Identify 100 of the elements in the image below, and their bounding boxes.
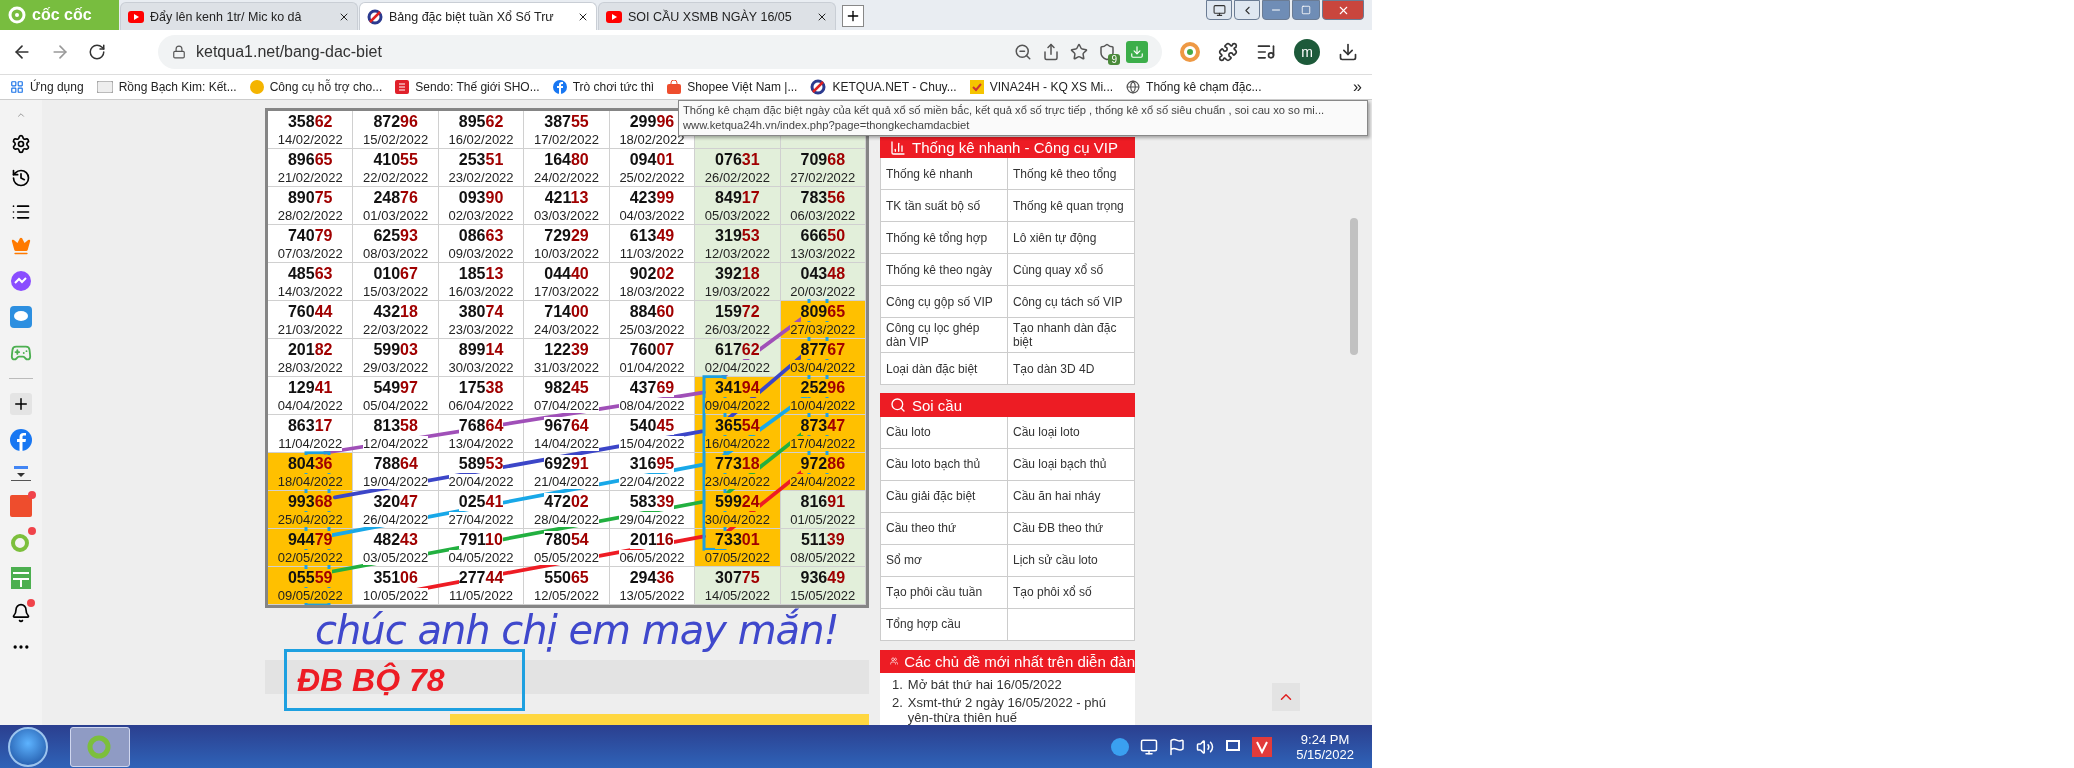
prize-number: 97286	[800, 454, 846, 473]
tool-link[interactable]: Tổng hợp cầu	[881, 608, 1008, 641]
browser-tab[interactable]: Đẩy lên kenh 1tr/ Mic ko dâ	[120, 2, 358, 30]
tool-link[interactable]: Cầu loại bạch thủ	[1008, 448, 1135, 481]
tool-link[interactable]: Cầu giải đặc biệt	[881, 480, 1008, 513]
tool-link[interactable]: Cầu ĐB theo thứ	[1008, 512, 1135, 545]
bookmark-link[interactable]: Trò chơi tức thì	[552, 80, 655, 94]
facebook-icon[interactable]	[10, 429, 32, 451]
shopping-bag-icon	[667, 80, 682, 94]
address-field[interactable]: ketqua1.net/bang-dac-biet 9	[158, 35, 1162, 69]
prize-number: 59924	[715, 492, 760, 511]
volume-icon[interactable]	[1196, 737, 1215, 756]
tool-link[interactable]: Tạo dàn 3D 4D	[1008, 353, 1135, 386]
tool-link[interactable]: Cầu loto	[881, 416, 1008, 449]
bookmark-link[interactable]: Ứng dụng	[10, 80, 84, 94]
draw-date: 07/05/2022	[704, 549, 770, 565]
tool-link[interactable]: Công cụ lọc ghép dàn VIP	[881, 318, 1008, 354]
more-bookmarks-button[interactable]: »	[1353, 78, 1362, 96]
lock-icon	[172, 45, 186, 59]
prize-number: 79110	[459, 530, 503, 549]
tool-link[interactable]: Lô xiên tự động	[1008, 222, 1135, 255]
facebook-icon	[552, 80, 567, 94]
reload-icon[interactable]	[88, 43, 106, 61]
sheet-icon[interactable]	[11, 567, 31, 589]
tool-link[interactable]: Cầu theo thứ	[881, 512, 1008, 545]
forum-link[interactable]: Xsmt-thứ 2 ngày 16/05/2022 - phú yên-thừa thiên huế	[907, 695, 1125, 725]
download-icon[interactable]	[1338, 42, 1358, 62]
flag-icon[interactable]	[1168, 737, 1187, 756]
settings-icon[interactable]	[11, 134, 31, 154]
prize-number: 99368	[287, 492, 333, 511]
playlist-icon[interactable]	[1256, 42, 1276, 62]
tool-link[interactable]: Công cụ gộp số VIP	[881, 286, 1008, 319]
tool-link[interactable]: Cầu loại loto	[1008, 416, 1135, 449]
star-icon[interactable]	[1070, 43, 1088, 61]
bookmark-link[interactable]: KETQUA.NET - Chuy...	[810, 79, 957, 95]
add-button[interactable]	[10, 393, 32, 415]
draw-date: 20/04/2022	[448, 473, 514, 489]
draw-date: 29/04/2022	[619, 511, 685, 527]
panel-title: Thống kê nhanh - Công cụ VIP	[912, 139, 1118, 157]
bookmark-link[interactable]: Shopee Việt Nam |...	[667, 80, 798, 94]
list-icon[interactable]	[11, 202, 31, 222]
taskbar-app-button[interactable]	[70, 726, 130, 767]
coin-icon	[249, 80, 264, 94]
bookmark-link[interactable]: Thống kê chạm đặc...	[1126, 80, 1262, 94]
bookmark-link[interactable]: Công cụ hỗ trợ cho...	[249, 80, 383, 94]
chat-bubble-icon[interactable]	[10, 270, 32, 292]
bookmark-link[interactable]: Rồng Bạch Kim: Kết...	[96, 80, 237, 94]
site-icon	[367, 8, 383, 25]
draw-date: 09/04/2022	[704, 397, 770, 413]
new-tab-button[interactable]	[842, 5, 864, 27]
bookmark-link[interactable]: VINA24H - KQ XS Mi...	[969, 80, 1114, 94]
prize-number: 80436	[287, 454, 333, 473]
tool-link[interactable]: TK tần suất bộ số	[881, 190, 1008, 223]
draw-date: 03/05/2022	[363, 549, 429, 565]
browser-tab[interactable]: Bảng đặc biệt tuần Xổ Số Trư	[359, 2, 597, 30]
tool-link[interactable]: Công cụ tách số VIP	[1008, 286, 1135, 319]
item-number: 1.	[892, 677, 903, 692]
clock[interactable]: 9:24 PM 5/15/2022	[1296, 731, 1354, 762]
color-wheel-icon[interactable]	[1180, 42, 1200, 62]
close-button[interactable]	[1322, 0, 1364, 20]
tool-link[interactable]: Thống kê nhanh	[881, 158, 1008, 191]
back-panel-button[interactable]	[1234, 0, 1260, 20]
maximize-button[interactable]	[1292, 0, 1320, 20]
share-icon[interactable]	[1042, 43, 1060, 61]
sendo-icon	[395, 80, 410, 94]
start-button[interactable]	[8, 726, 48, 767]
browser-tab[interactable]: SOI CẦU XSMB NGÀY 16/05	[598, 2, 836, 30]
apps-icon	[10, 80, 24, 94]
tool-link[interactable]: Thống kê quan trọng	[1008, 190, 1135, 223]
monitor-icon[interactable]	[1140, 737, 1159, 756]
tooltip-url: www.ketqua24h.vn/index.php?page=thongkechamdacbiet	[683, 118, 970, 133]
tool-link[interactable]: Thống kê tổng hợp	[881, 222, 1008, 255]
globe-icon[interactable]	[1110, 736, 1131, 757]
tool-link[interactable]: Loại dàn đặc biệt	[881, 353, 1008, 386]
tool-link[interactable]: Sổ mơ	[881, 544, 1008, 577]
chat-app-icon[interactable]	[10, 306, 32, 328]
window-mode-button[interactable]	[1206, 0, 1232, 20]
tool-link[interactable]: Thống kê theo tổng	[1008, 158, 1135, 191]
draw-date: 27/04/2022	[448, 511, 514, 527]
tool-link[interactable]: Tạo nhanh dàn đặc biệt	[1008, 318, 1135, 354]
tool-link[interactable]: Thống kê theo ngày	[881, 254, 1008, 287]
tool-link[interactable]: Lịch sử cầu loto	[1008, 544, 1135, 577]
tool-link[interactable]: Cùng quay xổ số	[1008, 254, 1135, 287]
tool-link[interactable]: Tạo phôi xổ số	[1008, 576, 1135, 609]
tool-link[interactable]: Cầu ăn hai nháy	[1008, 480, 1135, 513]
download-bar-icon[interactable]	[10, 465, 32, 481]
history-icon[interactable]	[11, 168, 31, 188]
v-app-icon[interactable]	[1252, 736, 1273, 757]
tool-link[interactable]: Tạo phôi cầu tuần	[881, 576, 1008, 609]
bookmark-link[interactable]: Sendo: Thế giới SHO...	[395, 80, 540, 94]
video-icon	[606, 10, 622, 23]
tool-link[interactable]: Cầu loto bạch thủ	[881, 448, 1008, 481]
scroll-top-button[interactable]	[1272, 683, 1300, 711]
forum-link[interactable]: Mở bát thứ hai 16/05/2022	[907, 677, 1062, 692]
panel-title: Các chủ đề mới nhất trên diễn đàn	[904, 652, 1135, 670]
profile-avatar[interactable]: m	[1294, 39, 1320, 65]
prize-number: 58339	[629, 492, 675, 511]
zoom-out-icon[interactable]	[1014, 43, 1032, 61]
extensions-icon[interactable]	[1218, 42, 1238, 62]
scrollbar-thumb[interactable]	[1350, 218, 1358, 355]
